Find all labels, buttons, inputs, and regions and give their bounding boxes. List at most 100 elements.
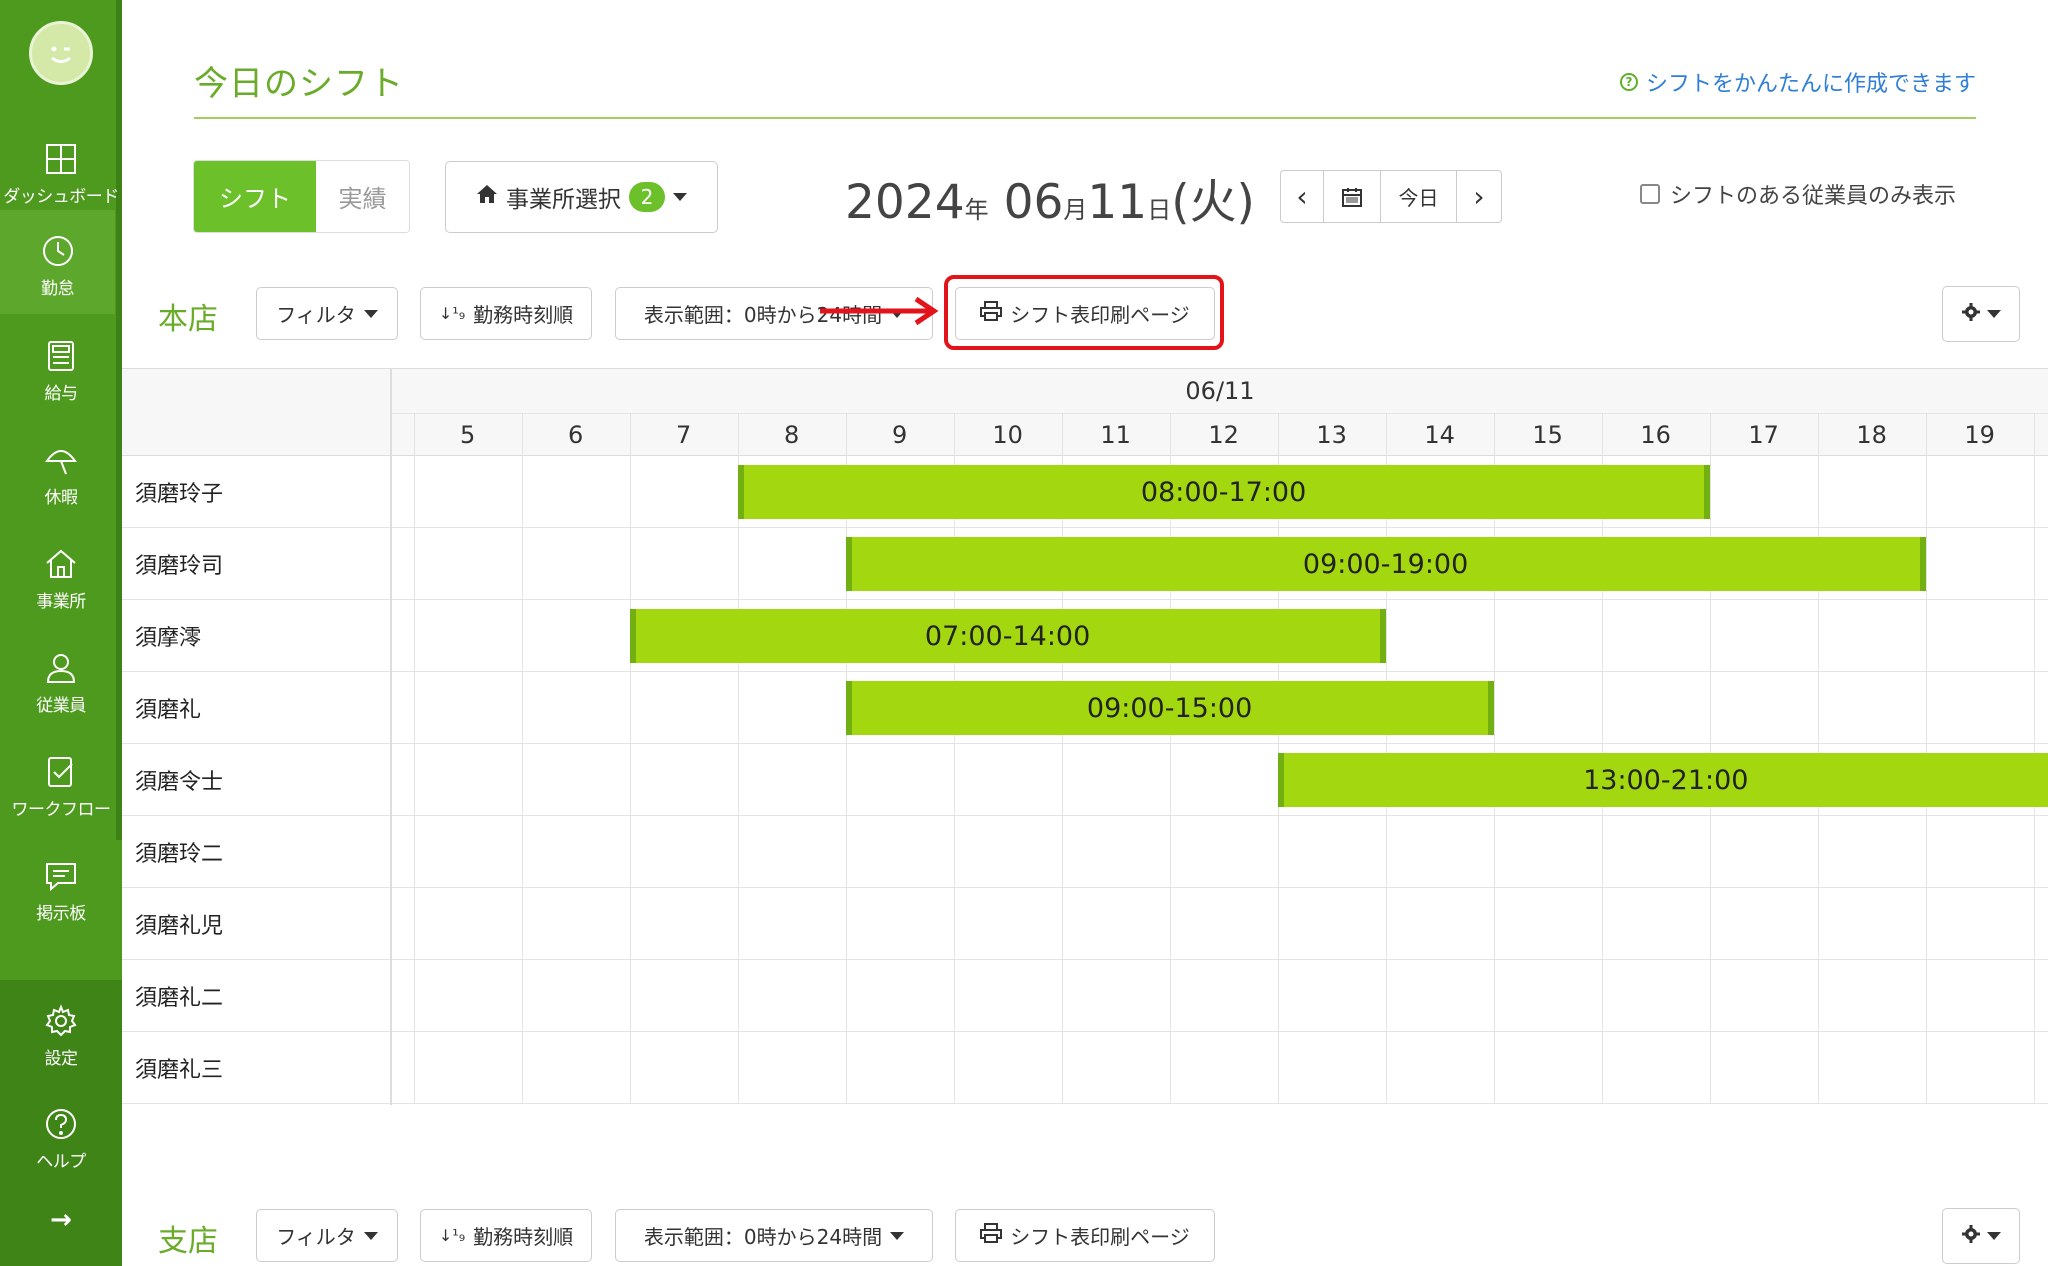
sort-icon: ↓¹₉ [438, 304, 466, 323]
sidebar-item-dashboard[interactable]: ダッシュボード [0, 118, 122, 222]
calendar-button[interactable] [1324, 171, 1381, 222]
help-link-label: シフトをかんたんに作成できます [1645, 72, 1976, 97]
employee-name[interactable]: 須磨礼三 [135, 1032, 223, 1104]
print-page-button[interactable]: シフト表印刷ページ [955, 1209, 1215, 1262]
annotation-highlight-box [944, 275, 1224, 350]
calendar-icon [1342, 187, 1362, 207]
shift-row: 須磨礼 09:00-15:00 [122, 672, 2048, 744]
sidebar-item-settings[interactable]: 設定 [0, 980, 122, 1084]
sidebar-item-help[interactable]: ヘルプ [0, 1083, 122, 1187]
office-select-button[interactable]: 事業所選択 2 [445, 161, 718, 233]
hour-label: 13 [1316, 421, 1347, 449]
shift-bar[interactable]: 09:00-15:00 [845, 681, 1494, 735]
shift-bar[interactable]: 07:00-14:00 [629, 609, 1386, 663]
hour-label: 7 [675, 421, 692, 449]
employee-name[interactable]: 須磨玲司 [135, 528, 223, 600]
office-select-label: 事業所選択 [506, 187, 621, 213]
employee-name[interactable]: 須磨礼二 [135, 960, 223, 1032]
annotation-arrow-icon [820, 296, 939, 326]
sidebar-item-workflow[interactable]: ワークフロー [0, 731, 122, 835]
sidebar-item-office[interactable]: 事業所 [0, 523, 122, 627]
employee-name[interactable]: 須摩澪 [135, 600, 201, 672]
hour-label: 15 [1532, 421, 1563, 449]
hour-label: 12 [1208, 421, 1239, 449]
hour-label: 20 [2034, 414, 2048, 456]
date-day: 11 [1087, 175, 1148, 230]
filter-label: フィルタ [276, 1225, 356, 1249]
chevron-down-icon [890, 1231, 905, 1240]
sidebar-item-board[interactable]: 掲示板 [0, 835, 122, 939]
hour-label: 9 [891, 421, 908, 449]
user-icon [42, 649, 80, 687]
sidebar-expand-arrow-icon[interactable]: → [0, 1205, 122, 1235]
next-day-button[interactable]: › [1457, 171, 1501, 222]
message-icon [42, 857, 80, 895]
sort-button[interactable]: ↓¹₉ 勤務時刻順 [420, 287, 592, 340]
home-icon [476, 184, 498, 210]
shift-bar[interactable]: 09:00-19:00 [845, 537, 1926, 591]
employee-name[interactable]: 須磨令士 [135, 744, 223, 816]
checkbox[interactable] [1640, 184, 1660, 204]
sort-icon: ↓¹₉ [438, 1226, 466, 1245]
employee-name[interactable]: 須磨玲二 [135, 816, 223, 888]
settings-dropdown-button[interactable] [1942, 1208, 2020, 1264]
employee-name[interactable]: 須磨玲子 [135, 456, 223, 528]
help-link[interactable]: ? シフトをかんたんに作成できます [1619, 66, 1976, 98]
smile-logo-icon [32, 24, 90, 82]
date-day-unit: 日 [1147, 196, 1172, 224]
shift-bar[interactable]: 08:00-17:00 [737, 465, 1710, 519]
hour-label: 16 [1640, 421, 1671, 449]
filter-label: フィルタ [276, 303, 356, 327]
sidebar-item-leave[interactable]: 休暇 [0, 419, 122, 523]
shift-row: 須磨玲司 09:00-19:00 [122, 528, 2048, 600]
print-page-label: シフト表印刷ページ [1010, 1225, 1190, 1249]
chevron-down-icon [363, 309, 378, 318]
app-logo[interactable] [29, 21, 93, 85]
view-toggle: シフト 実績 [193, 160, 410, 233]
filter-button[interactable]: フィルタ [256, 1209, 398, 1262]
filter-button[interactable]: フィルタ [256, 287, 398, 340]
question-icon [42, 1105, 80, 1143]
home-icon [42, 545, 80, 583]
sidebar-item-label: 掲示板 [36, 904, 86, 924]
shift-row: 須磨礼二 [122, 960, 2048, 1032]
sidebar-item-employees[interactable]: 従業員 [0, 627, 122, 731]
sidebar-item-attendance[interactable]: 勤怠 [0, 210, 115, 314]
only-shift-checkbox[interactable]: シフトのある従業員のみ表示 [1640, 178, 1956, 210]
tab-shift[interactable]: シフト [194, 161, 316, 232]
sort-button[interactable]: ↓¹₉ 勤務時刻順 [420, 1209, 592, 1262]
hour-label: 10 [992, 421, 1023, 449]
chevron-down-icon [1987, 1232, 2001, 1240]
umbrella-icon [42, 441, 80, 479]
shift-row: 須磨玲子 08:00-17:00 [122, 456, 2048, 528]
today-button[interactable]: 今日 [1381, 171, 1457, 222]
sidebar-item-label: ワークフロー [11, 800, 112, 820]
date-year-unit: 年 [964, 196, 989, 224]
hour-label: 18 [1856, 421, 1887, 449]
sidebar-item-label: 従業員 [36, 696, 86, 716]
hour-label: 6 [567, 421, 584, 449]
dashboard-icon [42, 140, 80, 178]
sort-label: 勤務時刻順 [473, 1225, 574, 1249]
date-month-unit: 月 [1063, 196, 1088, 224]
sidebar-item-label: 勤怠 [41, 279, 75, 299]
current-date: 2024年 06月11日(火) [845, 163, 1255, 232]
settings-dropdown-button[interactable] [1942, 286, 2020, 342]
prev-day-button[interactable]: ‹ [1281, 171, 1324, 222]
sidebar-item-label: 給与 [44, 384, 79, 404]
hour-label: 11 [1100, 421, 1131, 449]
employee-name[interactable]: 須磨礼児 [135, 888, 223, 960]
range-button[interactable]: 表示範囲：0時から24時間 [615, 1209, 933, 1262]
shift-row: 須磨礼三 [122, 1032, 2048, 1104]
chevron-down-icon [363, 1231, 378, 1240]
shift-bar[interactable]: 13:00-21:00 [1277, 753, 2048, 807]
sidebar-item-payroll[interactable]: 給与 [0, 315, 122, 419]
date-weekday: (火) [1171, 175, 1255, 230]
employee-name[interactable]: 須磨礼 [135, 672, 201, 744]
shift-row: 須磨礼児 [122, 888, 2048, 960]
sidebar-item-label: 設定 [44, 1049, 79, 1069]
chevron-down-icon [673, 193, 687, 201]
tab-actual[interactable]: 実績 [316, 161, 409, 232]
shift-row: 須磨令士 13:00-21:00 [122, 744, 2048, 816]
page-title: 今日のシフト [194, 64, 404, 104]
